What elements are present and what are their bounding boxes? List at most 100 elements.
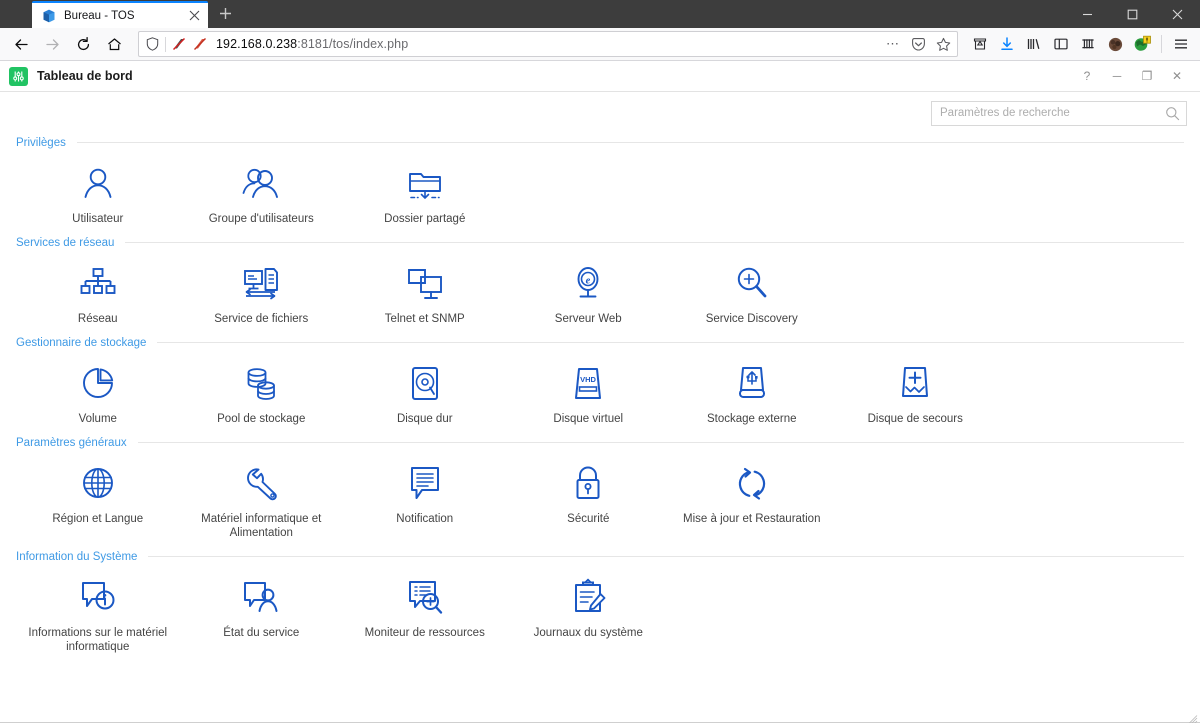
tile-disque-secours[interactable]: Disque de secours [834, 360, 998, 426]
browser-navigation-bar: 192.168.0.238:8181/tos/index.php ⋯ [0, 28, 1200, 61]
pocket-icon[interactable] [908, 34, 928, 54]
tile-label: Disque dur [396, 413, 453, 425]
section-divider [125, 242, 1184, 243]
tile-label: Utilisateur [72, 213, 124, 225]
tile-pool-stockage[interactable]: Pool de stockage [180, 360, 344, 426]
tile-service-fichiers[interactable]: Service de fichiers [180, 260, 344, 326]
reload-button[interactable] [68, 30, 98, 58]
tile-notification[interactable]: Notification [343, 460, 507, 540]
grid-icon[interactable] [1075, 30, 1101, 58]
url-text[interactable]: 192.168.0.238:8181/tos/index.php [213, 37, 878, 51]
tile-disque-dur[interactable]: Disque dur [343, 360, 507, 426]
ellipsis-icon[interactable]: ⋯ [883, 34, 903, 54]
tile-moniteur-ressources[interactable]: Moniteur de ressources [343, 574, 507, 654]
sidebar-icon[interactable] [1048, 30, 1074, 58]
shared-folder-icon [403, 162, 447, 206]
section-storage-manager: Gestionnaire de stockage Volume Pool de … [0, 334, 1200, 426]
dashboard-content: Privilèges Utilisateur [0, 92, 1200, 723]
help-button[interactable]: ? [1072, 61, 1102, 91]
tile-label: Disque virtuel [553, 413, 624, 425]
tile-label: Réseau [77, 313, 118, 325]
minimize-window-button[interactable] [1065, 0, 1110, 28]
tile-etat-service[interactable]: État du service [180, 574, 344, 654]
tile-groupe-utilisateurs[interactable]: Groupe d'utilisateurs [180, 160, 344, 226]
library-icon[interactable] [1021, 30, 1047, 58]
section-general-settings: Paramètres généraux Région et Langue Mat… [0, 434, 1200, 540]
section-grid: Région et Langue Matériel informatique e… [0, 451, 1200, 540]
hamburger-menu-icon[interactable] [1168, 30, 1194, 58]
svg-text:e: e [586, 276, 591, 287]
tile-securite[interactable]: Sécurité [507, 460, 671, 540]
section-grid: Réseau Service de fichiers Telnet et SNM… [0, 251, 1200, 326]
tile-label: Disque de secours [867, 413, 963, 425]
telnet-snmp-icon [403, 262, 447, 306]
tile-label: Volume [78, 413, 117, 425]
tile-materiel-alimentation[interactable]: Matériel informatique et Alimentation [180, 460, 344, 540]
user-icon [76, 162, 120, 206]
service-status-icon [239, 576, 283, 620]
search-icon[interactable] [1164, 105, 1180, 121]
tile-service-discovery[interactable]: Service Discovery [670, 260, 834, 326]
back-button[interactable] [6, 30, 36, 58]
ublock-icon[interactable] [192, 36, 208, 52]
home-button[interactable] [99, 30, 129, 58]
minimize-panel-button[interactable]: ─ [1102, 61, 1132, 91]
tile-journaux-systeme[interactable]: Journaux du système [507, 574, 671, 654]
star-icon[interactable] [933, 34, 953, 54]
tile-reseau[interactable]: Réseau [16, 260, 180, 326]
tile-region-langue[interactable]: Région et Langue [16, 460, 180, 540]
storage-pool-icon [239, 362, 283, 406]
tile-label: Matériel informatique et Alimentation [201, 513, 322, 539]
search-input[interactable] [940, 107, 1164, 119]
virtual-disk-icon: VHD [566, 362, 610, 406]
section-network-services: Services de réseau Réseau Service de fic… [0, 234, 1200, 326]
forward-button[interactable] [37, 30, 67, 58]
shield-icon[interactable] [144, 36, 160, 52]
tile-label: Service Discovery [705, 313, 798, 325]
browser-toolbar-icons [967, 30, 1194, 58]
close-panel-button[interactable]: ✕ [1162, 61, 1192, 91]
section-header: Gestionnaire de stockage [0, 334, 1200, 351]
tile-volume[interactable]: Volume [16, 360, 180, 426]
tile-label: Informations sur le matériel informatiqu… [28, 627, 168, 653]
tile-dossier-partage[interactable]: Dossier partagé [343, 160, 507, 226]
tile-telnet-snmp[interactable]: Telnet et SNMP [343, 260, 507, 326]
toolbar-divider [1161, 35, 1162, 53]
app-header: Tableau de bord ? ─ ❐ ✕ [0, 61, 1200, 92]
browser-window: Bureau - TOS 192.168.0.238:8181/tos/inde… [0, 0, 1200, 723]
tile-stockage-externe[interactable]: Stockage externe [670, 360, 834, 426]
tos-sliders-icon [9, 66, 28, 86]
section-system-information: Information du Système Informations sur … [0, 548, 1200, 654]
close-window-button[interactable] [1155, 0, 1200, 28]
pocket-archive-icon[interactable] [967, 30, 993, 58]
section-header: Services de réseau [0, 234, 1200, 251]
tile-disque-virtuel[interactable]: VHD Disque virtuel [507, 360, 671, 426]
browser-tab-title: Bureau - TOS [64, 9, 135, 22]
section-title: Information du Système [16, 550, 138, 563]
lock-icon [566, 462, 610, 506]
download-arrow-icon[interactable] [994, 30, 1020, 58]
close-icon[interactable] [186, 8, 202, 24]
tile-utilisateur[interactable]: Utilisateur [16, 160, 180, 226]
noscript-icon[interactable] [171, 36, 187, 52]
tile-informations-materiel[interactable]: Informations sur le matériel informatiqu… [16, 574, 180, 654]
section-divider [137, 442, 1184, 443]
tile-serveur-web[interactable]: e Serveur Web [507, 260, 671, 326]
maximize-window-button[interactable] [1110, 0, 1155, 28]
section-header: Information du Système [0, 548, 1200, 565]
section-header: Paramètres généraux [0, 434, 1200, 451]
tile-label: Groupe d'utilisateurs [208, 213, 314, 225]
new-tab-button[interactable] [212, 2, 238, 28]
section-title: Services de réseau [16, 236, 115, 249]
search-box[interactable] [931, 100, 1187, 126]
tile-mise-a-jour-restauration[interactable]: Mise à jour et Restauration [670, 460, 834, 540]
web-server-icon: e [566, 262, 610, 306]
url-bar[interactable]: 192.168.0.238:8181/tos/index.php ⋯ [138, 31, 958, 57]
tos-cube-icon [41, 8, 57, 24]
avatar-icon[interactable] [1102, 30, 1128, 58]
resize-grip[interactable] [1188, 712, 1198, 723]
globe-badge-icon[interactable] [1129, 30, 1155, 58]
restore-panel-button[interactable]: ❐ [1132, 61, 1162, 91]
update-restore-icon [730, 462, 774, 506]
browser-tab[interactable]: Bureau - TOS [32, 1, 208, 28]
